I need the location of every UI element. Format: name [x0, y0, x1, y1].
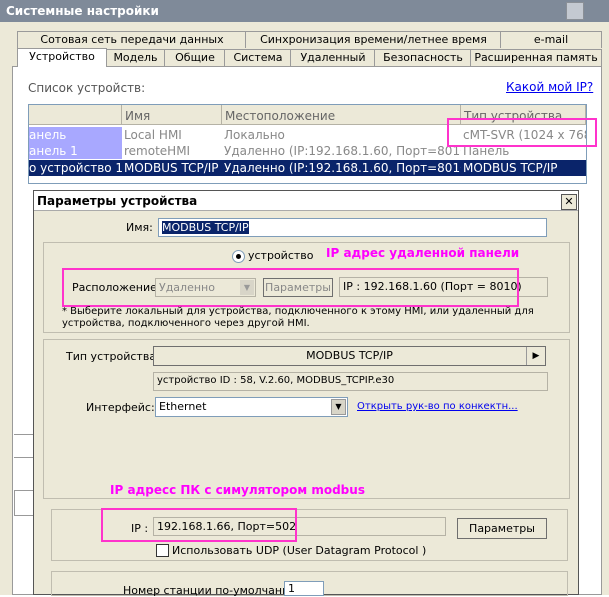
close-icon: ✕	[564, 195, 574, 208]
column-header-name[interactable]: Имя	[122, 105, 222, 125]
device-list-label: Список устройств:	[28, 81, 146, 95]
ip-params-button[interactable]: Параметры	[457, 518, 547, 539]
station-value: 1	[288, 582, 295, 595]
highlight-location	[62, 268, 519, 307]
tab-label: Модель	[113, 51, 158, 64]
name-label: Имя:	[126, 221, 153, 234]
name-field[interactable]: MODBUS TCP/IP	[158, 218, 547, 237]
device-type-label: Тип устройства:	[66, 350, 160, 363]
row-cell-name: Local HMI	[124, 128, 182, 142]
table-row-selected[interactable]: о устройство 1 MODBUS TCP/IP Удаленно (I…	[29, 160, 586, 176]
tab-system[interactable]: Система	[224, 49, 292, 66]
device-settings-dialog: Параметры устройства ✕ Имя: MODBUS TCP/I…	[33, 190, 579, 597]
tab-label: Система	[233, 51, 283, 64]
station-field[interactable]: 1	[284, 581, 324, 596]
tab-label: Сотовая сеть передачи данных	[40, 33, 224, 46]
row-cell: анель 1	[29, 143, 122, 159]
tab-label: Расширенная память	[474, 51, 598, 64]
column-header-blank[interactable]	[29, 105, 122, 125]
interface-value: Ethernet	[159, 400, 207, 413]
tab-label: Синхронизация времени/летнее время	[260, 33, 487, 46]
station-label: Номер станции по-умолчанию:	[123, 584, 303, 597]
location-note: * Выберите локальный для устройства, под…	[62, 306, 534, 329]
tab-security[interactable]: Безопасность	[374, 49, 472, 66]
annotation-remote-panel: IP адрес удаленной панели	[326, 246, 520, 260]
row-cell: анель	[29, 127, 122, 143]
row-cell-type: MODBUS TCP/IP	[463, 161, 558, 175]
window-close-button[interactable]	[566, 2, 584, 20]
udp-checkbox[interactable]	[156, 544, 169, 557]
row-cell-name: MODBUS TCP/IP	[124, 161, 219, 175]
dialog-close-button[interactable]: ✕	[561, 194, 577, 210]
window-title: Системные настройки	[6, 4, 159, 18]
tab-device[interactable]: Устройство	[17, 48, 107, 67]
tab-remote[interactable]: Удаленный	[290, 49, 376, 66]
window-title-bar: Системные настройки	[0, 0, 609, 22]
radio-label: устройство	[248, 249, 314, 262]
chevron-right-icon: ▶	[526, 347, 545, 365]
device-id-info: устройство ID : 58, V.2.60, MODBUS_TCPIP…	[153, 372, 548, 391]
annotation-pc-modbus: IP адресс ПК с симулятором modbus	[110, 483, 365, 497]
dialog-title: Параметры устройства	[37, 194, 198, 208]
row-cell-location: Удаленно (IP:192.168.1.60, Порт=8010)	[224, 161, 461, 175]
tab-general[interactable]: Общие	[164, 49, 226, 66]
row-cell-location: Удаленно (IP:192.168.1.60, Порт=8010)	[224, 144, 461, 158]
tab-cellular[interactable]: Сотовая сеть передачи данных	[17, 31, 247, 48]
device-id-value: устройство ID : 58, V.2.60, MODBUS_TCPIP…	[157, 375, 395, 386]
chevron-down-icon: ▼	[331, 399, 346, 415]
device-radio[interactable]	[232, 250, 245, 263]
tab-model[interactable]: Модель	[105, 49, 166, 66]
highlight-device-type	[447, 118, 597, 147]
column-header-location[interactable]: Местоположение	[222, 105, 461, 125]
tab-time-sync[interactable]: Синхронизация времени/летнее время	[245, 31, 502, 48]
device-type-value: MODBUS TCP/IP	[306, 349, 393, 362]
manual-link[interactable]: Открыть рук-во по конкектн...	[357, 401, 518, 412]
tab-extended-memory[interactable]: Расширенная память	[470, 49, 602, 66]
tab-label: Безопасность	[383, 51, 463, 64]
tab-label: Устройство	[29, 50, 95, 63]
background-fragment	[14, 490, 35, 516]
highlight-ip	[101, 508, 297, 542]
tab-label: Общие	[175, 51, 215, 64]
tab-email[interactable]: e-mail	[500, 31, 602, 48]
udp-label: Использовать UDP (User Datagram Protocol…	[172, 544, 427, 557]
device-type-selector[interactable]: MODBUS TCP/IP ▶	[153, 346, 546, 366]
interface-select[interactable]: Ethernet ▼	[155, 397, 348, 417]
tab-label: e-mail	[533, 33, 569, 46]
name-value: MODBUS TCP/IP	[162, 221, 249, 234]
interface-label: Интерфейс:	[86, 401, 155, 414]
radio-dot-icon	[236, 254, 241, 259]
row-cell-name: remoteHMI	[124, 144, 191, 158]
my-ip-link[interactable]: Какой мой IP?	[506, 80, 593, 94]
background-fragment	[14, 434, 34, 458]
tab-label: Удаленный	[300, 51, 366, 64]
row-cell: о устройство 1	[29, 161, 122, 175]
row-cell-location: Локально	[224, 128, 285, 142]
dialog-title-bar: Параметры устройства	[34, 191, 578, 211]
